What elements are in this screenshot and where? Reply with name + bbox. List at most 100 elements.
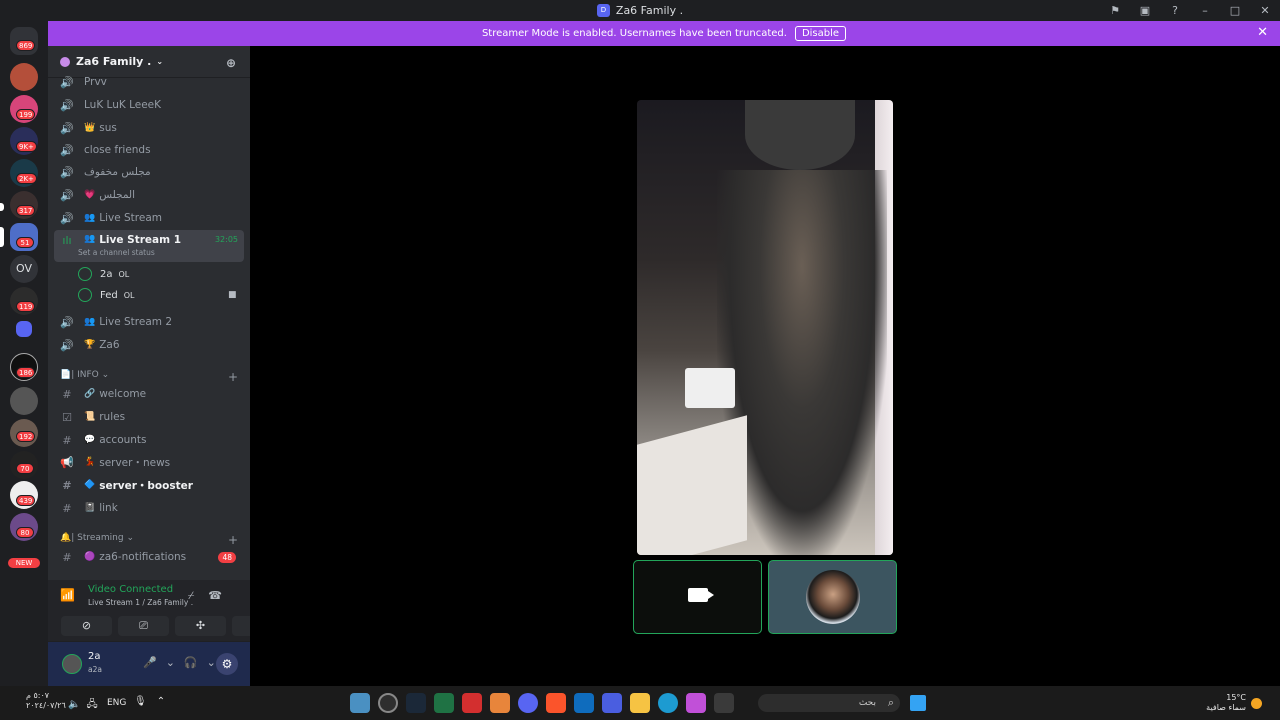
user-name[interactable]: 2a [88, 651, 101, 662]
stream-video[interactable] [637, 100, 893, 555]
guild-icon [60, 56, 70, 67]
app-icon[interactable] [462, 693, 482, 713]
folder-icon[interactable] [630, 693, 650, 713]
server-badge: 70 [16, 463, 34, 474]
chevron-up-icon[interactable]: ⌃ [157, 696, 175, 707]
minimize-button[interactable]: – [1190, 4, 1220, 17]
speaker-icon[interactable]: 🔈 [68, 699, 86, 710]
announcement-channel-server-news[interactable]: 📢 💃 server・news [54, 452, 244, 472]
taskbar-search[interactable]: بحث [758, 694, 900, 712]
app-icon[interactable] [350, 693, 370, 713]
avatar[interactable] [62, 654, 82, 674]
voice-connected-channel[interactable]: Live Stream 1 / Za6 Family . [88, 598, 193, 607]
server-icon-ov[interactable]: OV [10, 255, 38, 283]
task-view-icon[interactable] [714, 693, 734, 713]
heart-icon: 💗 [84, 190, 96, 200]
noise-suppression-icon[interactable]: ⌿ [188, 589, 209, 602]
edge-icon[interactable] [658, 693, 678, 713]
megaphone-icon: 📢 [60, 455, 74, 469]
inbox-flag-icon[interactable]: ⚑ [1100, 4, 1130, 17]
language-indicator[interactable]: ENG [107, 698, 126, 708]
server-badge: 869 [16, 40, 36, 51]
speaker-icon: 🔊 [60, 188, 74, 202]
microphone-icon[interactable]: 🎙 [134, 696, 157, 707]
server-icon[interactable] [10, 387, 38, 415]
text-channel-accounts[interactable]: # 💬 accounts [54, 430, 244, 450]
speaker-icon: 🔊 [60, 75, 74, 89]
create-channel-icon[interactable]: + [228, 370, 238, 384]
voice-channel-prvv[interactable]: 🔊 Prvv [54, 72, 244, 92]
chevron-down-icon[interactable]: ⌄ [166, 656, 184, 669]
app-icon[interactable] [490, 693, 510, 713]
discord-taskbar-icon[interactable] [518, 693, 538, 713]
microphone-icon[interactable]: 🎤 [143, 656, 166, 669]
tray-extra: 🎙⌃ [134, 696, 175, 707]
voice-user[interactable]: 2a OL [78, 265, 129, 283]
voice-channel-luk[interactable]: 🔊 LuK LuK LeeeK [54, 95, 244, 115]
hash-icon: # [62, 550, 72, 564]
speaker-icon: 🔊 [60, 315, 74, 329]
text-channel-server-booster[interactable]: # 🔷 server・booster [54, 475, 244, 495]
maximize-button[interactable]: □ [1220, 4, 1250, 17]
category-streaming[interactable]: 🔔| Streaming ⌄ + [60, 533, 238, 547]
steam-icon[interactable] [406, 693, 426, 713]
server-badge: 439 [16, 495, 36, 506]
clock-date: ٢٠٢٤/٠٧/٢٦ [26, 701, 66, 710]
document-icon: 📄 [60, 370, 72, 380]
voice-channel-live-stream[interactable]: 🔊 👥 Live Stream [54, 208, 244, 228]
text-channel-welcome[interactable]: # 🔗 welcome [54, 384, 244, 404]
close-window-button[interactable]: ✕ [1250, 4, 1280, 17]
voice-channel-live-stream-1[interactable]: ılı 👥 Live Stream 1 32:05 Set a channel st… [54, 230, 244, 262]
server-icon[interactable] [10, 63, 38, 91]
voice-channel-majlis[interactable]: 🔊 💗 المجلس [54, 185, 244, 205]
screen-icon[interactable]: ▣ [1130, 4, 1160, 17]
close-banner-icon[interactable]: ✕ [1257, 25, 1268, 40]
trophy-icon: 🏆 [84, 340, 96, 350]
category-info[interactable]: 📄| INFO ⌄ + [60, 370, 238, 384]
store-icon[interactable] [602, 693, 622, 713]
create-channel-icon[interactable]: + [228, 533, 238, 547]
window-titlebar: D Za6 Family . ⚑ ▣ ? – □ ✕ [0, 0, 1280, 21]
folder-icon[interactable] [16, 321, 32, 337]
channel-status-prompt[interactable]: Set a channel status [78, 248, 155, 257]
settings-gear-icon[interactable]: ⚙ [216, 653, 238, 675]
weather-widget[interactable]: 15°C سماء صافية [1206, 693, 1246, 713]
copilot-icon[interactable] [686, 693, 706, 713]
signal-icon[interactable]: 📶 [60, 588, 78, 606]
camera-tile[interactable] [633, 560, 762, 634]
help-icon[interactable]: ? [1160, 4, 1190, 17]
voice-user[interactable]: Fed OL ■ [78, 286, 237, 304]
network-icon[interactable]: 🖧 [86, 699, 103, 710]
clock[interactable]: ٥:٠٧ م ٢٠٢٤/٠٧/٢٦ [26, 691, 66, 711]
hash-icon: # [62, 501, 72, 515]
text-channel-link[interactable]: # 📓 link [54, 498, 244, 518]
mail-icon[interactable] [574, 693, 594, 713]
speaker-icon: 🔊 [60, 121, 74, 135]
people-icon: 👥 [84, 317, 96, 327]
disconnect-icon[interactable]: ☎ [208, 589, 236, 602]
brave-icon[interactable] [546, 693, 566, 713]
voice-connected-title[interactable]: Video Connected [88, 584, 173, 595]
voice-channel-za6[interactable]: 🔊 🏆 Za6 [54, 335, 244, 355]
excel-icon[interactable] [434, 693, 454, 713]
user-status: a2a [88, 665, 102, 674]
voice-channel-sus[interactable]: 🔊 👑 sus [54, 118, 244, 138]
app-icon[interactable] [378, 693, 398, 713]
video-counter [637, 415, 747, 555]
server-badge: 199 [16, 109, 36, 120]
text-channel-rules[interactable]: ☑ 📜 rules [54, 407, 244, 427]
voice-channel-live-stream-2[interactable]: 🔊 👥 Live Stream 2 [54, 312, 244, 332]
start-icon[interactable] [910, 695, 926, 711]
share-screen-button[interactable]: ⎚ [118, 616, 169, 636]
headphones-icon[interactable]: 🎧 [184, 656, 207, 669]
voice-stage [250, 46, 1280, 686]
voice-channel-majlis-closed[interactable]: 🔊 مجلس مخفوف [54, 162, 244, 182]
voice-channel-close-friends[interactable]: 🔊 close friends [54, 140, 244, 160]
activities-button[interactable]: ✣ [175, 616, 226, 636]
user-tile[interactable] [768, 560, 897, 634]
invite-people-icon[interactable]: ⊕ [226, 56, 236, 70]
disable-streamer-mode-button[interactable]: Disable [794, 26, 847, 41]
text-channel-za6-notifications[interactable]: # 🟣 za6-notifications 48 [54, 547, 244, 567]
camera-off-button[interactable]: ⊘ [61, 616, 112, 636]
mention-badge: 48 [218, 551, 236, 563]
